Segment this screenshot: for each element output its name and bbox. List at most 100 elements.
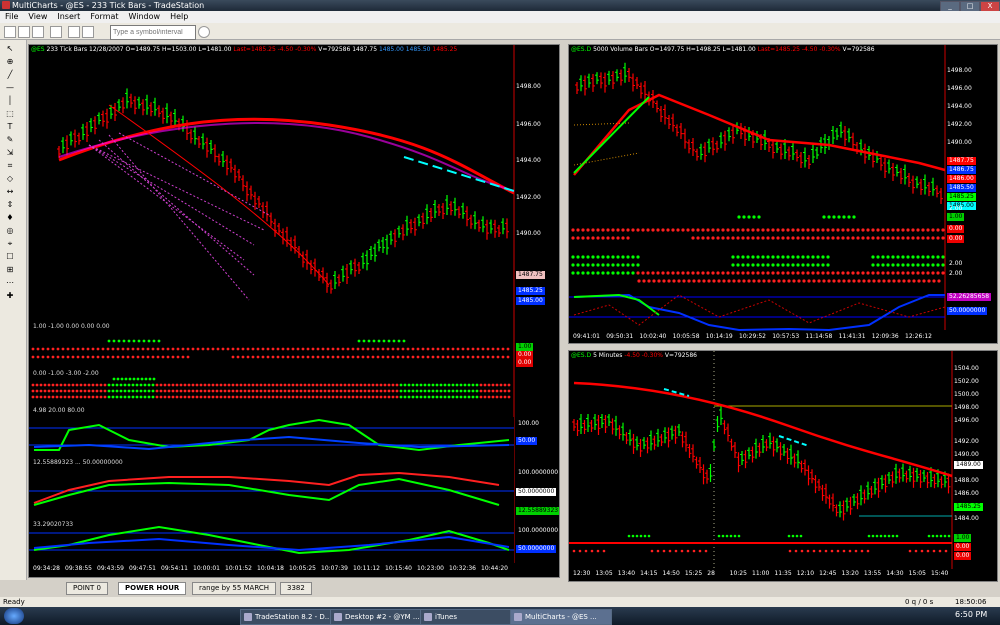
indicator-dot [792, 279, 796, 283]
draw-tool-15[interactable]: ⌖ [4, 239, 16, 248]
tab-point-0[interactable]: POINT 0 [66, 582, 108, 595]
indicator-dot [387, 395, 391, 399]
indicator-dot [431, 389, 435, 393]
indicator-dot [826, 228, 830, 232]
indicator-dot [181, 355, 185, 359]
draw-tool-4[interactable]: │ [4, 96, 16, 105]
save-icon[interactable] [32, 26, 44, 38]
print-icon[interactable] [50, 26, 62, 38]
indicator-dot [63, 383, 67, 387]
indicator-dot [152, 339, 156, 343]
draw-tool-5[interactable]: ⬚ [4, 109, 16, 118]
indicator-dot [797, 279, 801, 283]
indicator-dot [167, 395, 171, 399]
indicator-dot [881, 236, 885, 240]
indicator-dot [447, 389, 451, 393]
draw-tool-12[interactable]: ⇕ [4, 200, 16, 209]
indicator-dot [266, 347, 270, 351]
task-tradestation[interactable]: TradeStation 8.2 - D... [240, 609, 342, 625]
time-label: 15:40 [931, 570, 949, 577]
indicator-dot [725, 534, 729, 538]
tab-power-hour[interactable]: POWER HOUR [118, 582, 187, 595]
draw-tool-19[interactable]: ✚ [4, 291, 16, 300]
draw-tool-10[interactable]: ◇ [4, 174, 16, 183]
menu-window[interactable]: Window [124, 11, 166, 23]
indicator-dot [435, 395, 439, 399]
indicator-dot [591, 236, 595, 240]
draw-tool-2[interactable]: ╱ [4, 70, 16, 79]
task-itunes[interactable]: iTunes [420, 609, 522, 625]
task-multicharts[interactable]: MultiCharts - @ES ... [510, 609, 612, 625]
chart-5000-volume[interactable]: @ES.D 5000 Volume Bars O=1497.75 H=1498.… [568, 44, 998, 344]
indicator-dot [111, 389, 115, 393]
indicator-dot [901, 228, 905, 232]
menu-view[interactable]: View [23, 11, 52, 23]
tab-range-march[interactable]: range by 55 MARCH [192, 582, 277, 595]
draw-tool-16[interactable]: ☐ [4, 252, 16, 261]
symbol-input[interactable] [110, 25, 196, 40]
indicator-dot [727, 279, 731, 283]
indicator-dot [96, 347, 100, 351]
draw-tool-7[interactable]: ✎ [4, 135, 16, 144]
indicator-dot [103, 383, 107, 387]
time-label: 10:15:40 [385, 565, 412, 572]
chart2-price-bars [575, 62, 943, 204]
draw-tool-13[interactable]: ♦ [4, 213, 16, 222]
draw-tool-0[interactable]: ↖ [4, 44, 16, 53]
draw-tool-8[interactable]: ⇲ [4, 148, 16, 157]
indicator-dot [351, 389, 355, 393]
indicator-dot [647, 279, 651, 283]
draw-tool-11[interactable]: ↔ [4, 187, 16, 196]
indicator-dot [741, 228, 745, 232]
indicator-dot [106, 355, 110, 359]
draw-tool-14[interactable]: ◎ [4, 226, 16, 235]
indicator-dot [821, 228, 825, 232]
indicator-dot [631, 534, 635, 538]
draw-tool-6[interactable]: T [4, 122, 16, 131]
draw-tool-9[interactable]: ⌗ [4, 161, 16, 170]
indicator-dot [841, 271, 845, 275]
indicator-dot [236, 355, 240, 359]
indicator-dot [115, 395, 119, 399]
indicator-dot [351, 355, 355, 359]
indicator-dot [311, 355, 315, 359]
tab-3382[interactable]: 3382 [280, 582, 312, 595]
indicator-dot [747, 279, 751, 283]
chart-icon[interactable] [68, 26, 80, 38]
draw-tool-18[interactable]: ⋯ [4, 278, 16, 287]
indicator-dot [781, 263, 785, 267]
menu-insert[interactable]: Insert [52, 11, 85, 23]
menu-help[interactable]: Help [165, 11, 193, 23]
draw-tool-3[interactable]: — [4, 83, 16, 92]
indicator-dot [757, 215, 761, 219]
grid-icon[interactable] [82, 26, 94, 38]
indicator-dot [786, 271, 790, 275]
open-icon[interactable] [18, 26, 30, 38]
indicator-dot [279, 395, 283, 399]
indicator-dot [375, 395, 379, 399]
indicator-dot [590, 549, 594, 553]
indicator-dot [631, 255, 635, 259]
indicator-dot [83, 389, 87, 393]
indicator-dot [327, 389, 331, 393]
indicator-dot [131, 355, 135, 359]
refresh-icon[interactable] [198, 26, 210, 38]
indicator-dot [487, 389, 491, 393]
draw-tool-17[interactable]: ⊞ [4, 265, 16, 274]
indicator-dot [666, 228, 670, 232]
menu-file[interactable]: File [0, 11, 23, 23]
draw-tool-1[interactable]: ⊕ [4, 57, 16, 66]
chart-5-minutes[interactable]: @ES.D 5 Minutes -4.50 -0.30% V=792586 15… [568, 350, 998, 582]
task-desktop2[interactable]: Desktop #2 - @YM ... [330, 609, 432, 625]
chart-233-tick[interactable]: @ES 233 Tick Bars 12/28/2007 O=1489.75 H… [28, 44, 560, 578]
indicator-dot [331, 383, 335, 387]
indicator-dot [816, 271, 820, 275]
time-label: 09:43:59 [97, 565, 124, 572]
indicator-dot [346, 355, 350, 359]
new-icon[interactable] [4, 26, 16, 38]
indicator-dot [586, 271, 590, 275]
indicator-dot [931, 236, 935, 240]
menu-format[interactable]: Format [85, 11, 123, 23]
start-button-icon[interactable] [4, 608, 24, 624]
indicator-dot [396, 355, 400, 359]
